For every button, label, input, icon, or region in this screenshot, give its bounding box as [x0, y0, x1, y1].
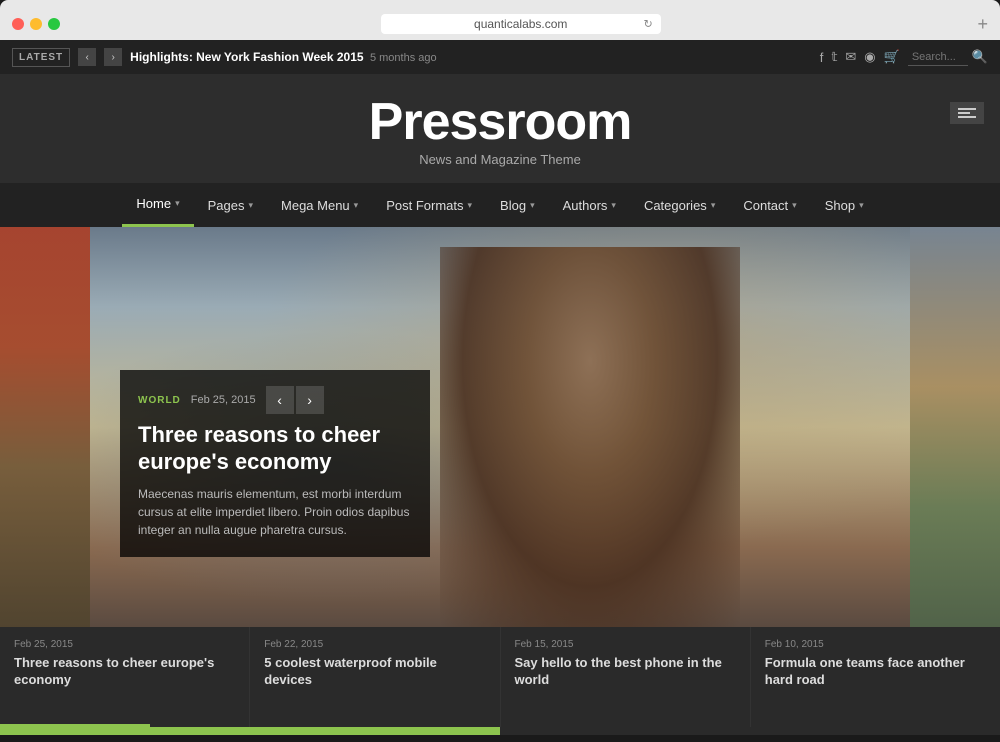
post-strip-title-3: Say hello to the best phone in the world [515, 655, 736, 689]
nav-item-blog[interactable]: Blog ▾ [486, 183, 549, 227]
nav-label-blog: Blog [500, 198, 526, 213]
address-bar-container: quanticalabs.com ↻ [72, 14, 969, 34]
ticker-bar: LATEST ‹ › Highlights: New York Fashion … [0, 40, 1000, 74]
browser-dots [12, 18, 60, 30]
nav-arrow-pages: ▾ [248, 200, 253, 211]
nav-label-home: Home [136, 196, 171, 211]
hero-title: Three reasons to cheer europe's economy [138, 422, 412, 475]
hero-meta: WORLD Feb 25, 2015 ‹ › [138, 386, 412, 414]
bar-segment-green [0, 727, 500, 735]
search-input[interactable] [908, 49, 968, 66]
widget-line-1 [958, 108, 976, 110]
ticker-socials: f 𝕥 ✉ ◉ 🛒 [820, 49, 900, 65]
site-wrapper: LATEST ‹ › Highlights: New York Fashion … [0, 40, 1000, 735]
nav-item-authors[interactable]: Authors ▾ [549, 183, 630, 227]
nav-arrow-mega-menu: ▾ [354, 200, 359, 211]
nav-arrow-authors: ▾ [611, 200, 616, 211]
hero-person-figure [440, 247, 740, 627]
main-nav: Home ▾ Pages ▾ Mega Menu ▾ Post Formats … [0, 183, 1000, 227]
ticker-time: 5 months ago [367, 52, 437, 64]
address-box[interactable]: quanticalabs.com ↻ [381, 14, 661, 34]
nav-label-mega-menu: Mega Menu [281, 198, 350, 213]
nav-item-contact[interactable]: Contact ▾ [729, 183, 810, 227]
browser-chrome: quanticalabs.com ↻ + [0, 0, 1000, 40]
minimize-dot[interactable] [30, 18, 42, 30]
ticker-search: 🔍 [908, 49, 988, 66]
hero-side-left [0, 227, 90, 627]
post-strip-item-4[interactable]: Feb 10, 2015 Formula one teams face anot… [751, 627, 1000, 727]
bar-segment-dark [500, 727, 1000, 735]
post-strip-title-4: Formula one teams face another hard road [765, 655, 986, 689]
post-strip-date-4: Feb 10, 2015 [765, 639, 986, 650]
ticker-text: Highlights: New York Fashion Week 2015 5… [130, 50, 812, 64]
post-strip-item-2[interactable]: Feb 22, 2015 5 coolest waterproof mobile… [250, 627, 500, 727]
post-strip-date-2: Feb 22, 2015 [264, 639, 485, 650]
ticker-label: LATEST [12, 48, 70, 67]
browser-tabs-bar: quanticalabs.com ↻ + [0, 8, 1000, 40]
new-tab-button[interactable]: + [977, 14, 988, 35]
hero-excerpt: Maecenas mauris elementum, est morbi int… [138, 485, 412, 539]
site-tagline: News and Magazine Theme [0, 152, 1000, 167]
post-strip-date-3: Feb 15, 2015 [515, 639, 736, 650]
hero-main: WORLD Feb 25, 2015 ‹ › Three reasons to … [90, 227, 910, 627]
cart-icon[interactable]: 🛒 [884, 49, 900, 65]
nav-item-home[interactable]: Home ▾ [122, 183, 193, 227]
hero-category: WORLD [138, 395, 181, 406]
nav-item-post-formats[interactable]: Post Formats ▾ [372, 183, 486, 227]
feed-icon[interactable]: ◉ [864, 49, 875, 65]
bottom-bars [0, 727, 1000, 735]
nav-item-shop[interactable]: Shop ▾ [811, 183, 878, 227]
hero-next-button[interactable]: › [296, 386, 324, 414]
post-strip-item-1[interactable]: Feb 25, 2015 Three reasons to cheer euro… [0, 627, 250, 727]
ticker-prev-button[interactable]: ‹ [78, 48, 96, 66]
hero-date: Feb 25, 2015 [191, 394, 256, 406]
nav-arrow-post-formats: ▾ [468, 200, 473, 211]
post-strip-title-2: 5 coolest waterproof mobile devices [264, 655, 485, 689]
search-icon[interactable]: 🔍 [972, 49, 988, 65]
widget-line-2 [958, 112, 970, 114]
site-title: Pressroom [0, 96, 1000, 148]
nav-arrow-blog: ▾ [530, 200, 535, 211]
url-text: quanticalabs.com [474, 17, 567, 31]
post-strip-title-1: Three reasons to cheer europe's economy [14, 655, 235, 689]
nav-item-categories[interactable]: Categories ▾ [630, 183, 729, 227]
hero-section: WORLD Feb 25, 2015 ‹ › Three reasons to … [0, 227, 1000, 627]
reload-icon[interactable]: ↻ [644, 18, 653, 31]
post-strip-date-1: Feb 25, 2015 [14, 639, 235, 650]
nav-label-contact: Contact [743, 198, 788, 213]
twitter-icon[interactable]: 𝕥 [831, 49, 837, 65]
nav-label-categories: Categories [644, 198, 707, 213]
hero-side-right [910, 227, 1000, 627]
widget-line-3 [958, 116, 976, 118]
nav-item-pages[interactable]: Pages ▾ [194, 183, 267, 227]
nav-arrow-shop: ▾ [859, 200, 864, 211]
ticker-next-button[interactable]: › [104, 48, 122, 66]
nav-label-post-formats: Post Formats [386, 198, 463, 213]
hero-overlay: WORLD Feb 25, 2015 ‹ › Three reasons to … [120, 370, 430, 557]
nav-label-pages: Pages [208, 198, 245, 213]
widget-toggle-button[interactable] [950, 102, 984, 124]
nav-label-shop: Shop [825, 198, 855, 213]
nav-arrow-contact: ▾ [792, 200, 797, 211]
posts-strip: Feb 25, 2015 Three reasons to cheer euro… [0, 627, 1000, 727]
nav-arrow-categories: ▾ [711, 200, 716, 211]
email-icon[interactable]: ✉ [845, 49, 856, 65]
site-header: Pressroom News and Magazine Theme [0, 74, 1000, 183]
ticker-headline: Highlights: New York Fashion Week 2015 [130, 50, 363, 64]
hero-prev-button[interactable]: ‹ [266, 386, 294, 414]
nav-arrow-home: ▾ [175, 198, 180, 209]
hero-nav-buttons: ‹ › [266, 386, 324, 414]
nav-label-authors: Authors [563, 198, 608, 213]
nav-item-mega-menu[interactable]: Mega Menu ▾ [267, 183, 372, 227]
close-dot[interactable] [12, 18, 24, 30]
maximize-dot[interactable] [48, 18, 60, 30]
facebook-icon[interactable]: f [820, 50, 824, 65]
post-strip-item-3[interactable]: Feb 15, 2015 Say hello to the best phone… [501, 627, 751, 727]
